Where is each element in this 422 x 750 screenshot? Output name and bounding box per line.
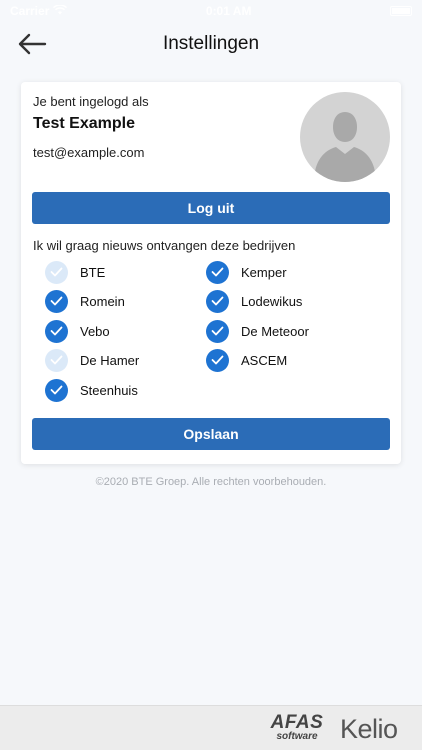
person-silhouette-icon: [314, 112, 376, 182]
carrier-label: Carrier: [10, 4, 50, 18]
checkmark-icon: [45, 378, 68, 402]
afas-logo: AFAS software: [268, 713, 326, 745]
settings-card: Je bent ingelogd als Test Example test@e…: [21, 82, 401, 464]
company-item-ascem[interactable]: ASCEM: [206, 348, 287, 372]
status-left: Carrier: [10, 4, 68, 18]
checkmark-icon: [45, 260, 68, 284]
company-label: Kemper: [241, 264, 287, 280]
checkmark-icon: [45, 319, 68, 343]
company-item-bte[interactable]: BTE: [45, 260, 105, 284]
avatar: [300, 92, 390, 182]
company-label: Lodewikus: [241, 293, 303, 309]
user-email: test@example.com: [33, 145, 145, 160]
company-item-lodewikus[interactable]: Lodewikus: [206, 289, 302, 313]
company-item-vebo[interactable]: Vebo: [45, 319, 110, 343]
footer-bar: AFAS software Kelio: [0, 705, 422, 750]
copyright-text: ©2020 BTE Groep. Alle rechten voorbehoud…: [95, 476, 327, 488]
afas-logo-sub: software: [276, 731, 318, 742]
company-label: Romein: [80, 293, 125, 309]
checkmark-icon: [45, 348, 68, 372]
news-label: Ik wil graag nieuws ontvangen deze bedri…: [33, 238, 296, 253]
back-button[interactable]: [14, 28, 50, 60]
logout-button[interactable]: Log uit: [32, 192, 390, 224]
company-item-de-meteoor[interactable]: De Meteoor: [206, 319, 309, 343]
battery-icon: [390, 6, 412, 16]
afas-logo-main: AFAS: [270, 712, 324, 733]
logged-in-label: Je bent ingelogd als: [33, 94, 149, 109]
company-label: BTE: [80, 264, 106, 280]
nav-bar: Instellingen: [0, 22, 422, 66]
arrow-left-icon: [18, 33, 47, 55]
wifi-icon: [53, 4, 68, 18]
checkmark-icon: [206, 319, 229, 343]
company-label: De Hamer: [80, 352, 140, 368]
checkmark-icon: [206, 260, 229, 284]
company-item-romein[interactable]: Romein: [45, 289, 125, 313]
checkmark-icon: [206, 348, 229, 372]
checkmark-icon: [45, 289, 68, 313]
kelio-logo: Kelio: [340, 714, 398, 744]
company-item-de-hamer[interactable]: De Hamer: [45, 348, 139, 372]
company-label: De Meteoor: [241, 323, 309, 339]
company-label: ASCEM: [241, 352, 288, 368]
page-title: Instellingen: [162, 33, 260, 54]
save-button[interactable]: Opslaan: [32, 418, 390, 450]
checkmark-icon: [206, 289, 229, 313]
company-label: Vebo: [80, 323, 110, 339]
company-item-steenhuis[interactable]: Steenhuis: [45, 378, 138, 402]
status-bar: Carrier 0:01 AM: [0, 0, 422, 22]
company-item-kemper[interactable]: Kemper: [206, 260, 287, 284]
company-label: Steenhuis: [80, 382, 138, 398]
status-time: 0:01 AM: [205, 4, 252, 18]
user-name: Test Example: [33, 115, 135, 132]
